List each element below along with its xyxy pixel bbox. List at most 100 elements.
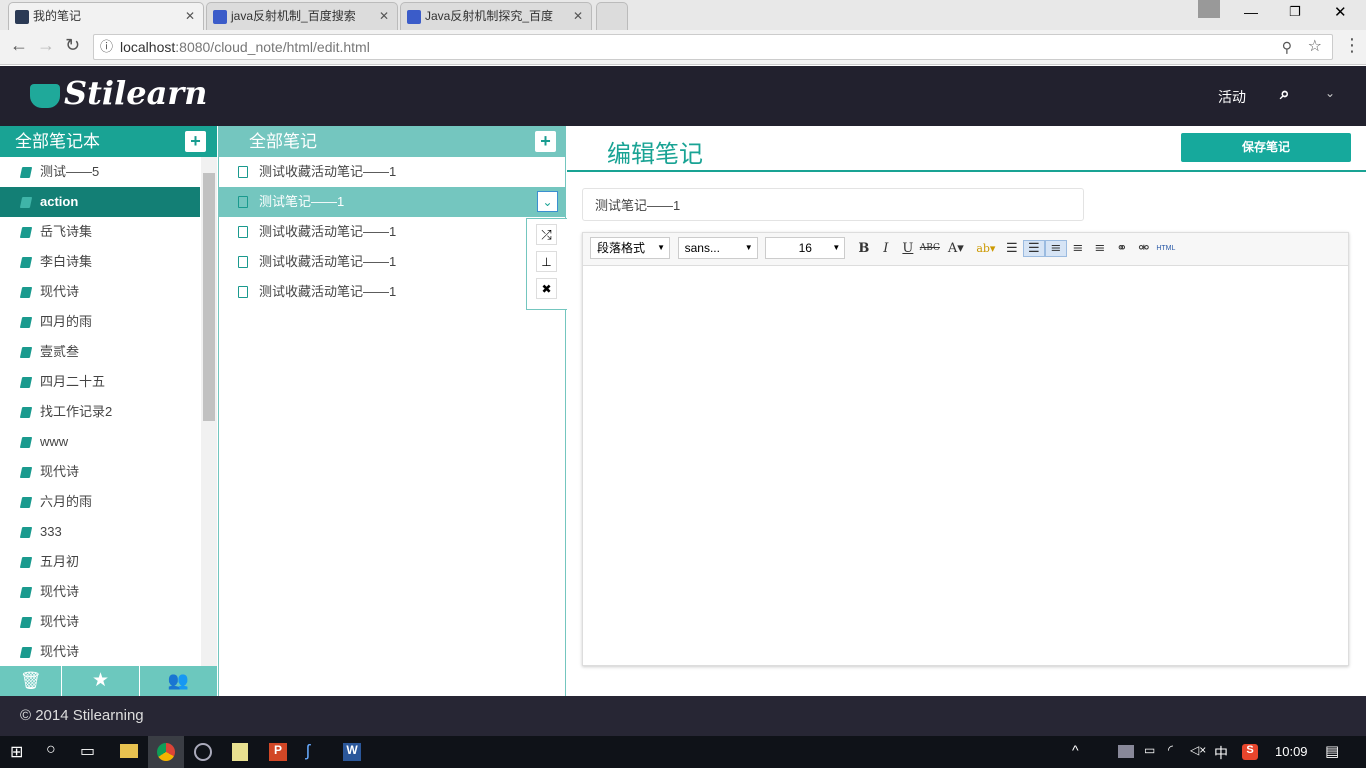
move-note-shuffle-icon[interactable]: ⤮	[536, 224, 557, 245]
notebook-panel-header: 全部笔记本 +	[0, 126, 217, 157]
menu-icon[interactable]: ⋮	[1343, 35, 1361, 56]
ime-indicator[interactable]: 中	[1214, 743, 1228, 763]
paragraph-format-select[interactable]: 段落格式 ▼	[590, 237, 670, 259]
font-size-select[interactable]: 16 ▼	[765, 237, 846, 259]
notebook-item[interactable]: 现代诗	[0, 637, 200, 666]
star-icon[interactable]: ★	[62, 666, 140, 696]
align-center-icon[interactable]: ≡	[1067, 241, 1089, 256]
ordered-list-icon[interactable]: ☰	[1001, 241, 1023, 256]
tab-baidu-search[interactable]: java反射机制_百度搜索 ✕	[206, 2, 398, 30]
word-icon[interactable]: W	[343, 743, 361, 761]
tab-baidu-java[interactable]: Java反射机制探究_百度 ✕	[400, 2, 592, 30]
save-note-button[interactable]: 保存笔记	[1181, 133, 1351, 162]
tab-my-notes[interactable]: 我的笔记 ✕	[8, 2, 204, 30]
note-action-menu: ⤮ ⊥ ✖	[526, 218, 567, 310]
new-tab-button[interactable]	[596, 2, 628, 30]
note-item[interactable]: 测试收藏活动笔记——1	[219, 217, 565, 247]
notebook-item[interactable]: 四月二十五	[0, 367, 200, 397]
action-center-icon[interactable]: ▤	[1325, 742, 1339, 760]
unlink-icon[interactable]: ⚮	[1133, 241, 1155, 256]
network-device-icon[interactable]	[1118, 745, 1134, 758]
delete-note-icon[interactable]: ✖	[536, 278, 557, 299]
notebook-item[interactable]: 壹贰叁	[0, 337, 200, 367]
font-color-icon[interactable]: A▾	[941, 241, 971, 256]
underline-icon[interactable]: U	[897, 241, 919, 256]
note-label: 测试收藏活动笔记——1	[259, 224, 397, 239]
notebook-item[interactable]: 测试——5	[0, 157, 200, 187]
trash-icon[interactable]: 🗑	[0, 666, 63, 696]
activity-link[interactable]: 活动	[1218, 87, 1246, 107]
note-item[interactable]: 测试笔记——1 ⌄	[219, 187, 565, 217]
bookmark-star-icon[interactable]: ☆	[1308, 35, 1322, 59]
html-source-button[interactable]: HTML	[1155, 245, 1177, 252]
align-left-icon[interactable]: ≡	[1044, 239, 1067, 257]
share-sitemap-icon[interactable]: ⊥	[536, 251, 557, 272]
notebook-item[interactable]: 现代诗	[0, 457, 200, 487]
notebook-item[interactable]: 岳飞诗集	[0, 217, 200, 247]
sogou-icon[interactable]: S	[1242, 744, 1258, 760]
url-input[interactable]: ⓘ localhost:8080/cloud_note/html/edit.htm…	[93, 34, 1333, 60]
settings-app-icon[interactable]	[194, 743, 212, 761]
browser-tab-strip: 我的笔记 ✕ java反射机制_百度搜索 ✕ Java反射机制探究_百度 ✕ — ❐ …	[0, 0, 1366, 30]
notebook-item[interactable]: 现代诗	[0, 277, 200, 307]
close-window-button[interactable]: ✕	[1334, 3, 1347, 21]
powerpoint-icon[interactable]: P	[269, 743, 287, 761]
reload-icon[interactable]: ↻	[65, 35, 80, 56]
editor-content-area[interactable]	[583, 266, 1348, 664]
forward-icon[interactable]: →	[37, 35, 55, 56]
align-right-icon[interactable]: ≡	[1089, 241, 1111, 256]
back-icon[interactable]: ←	[10, 35, 28, 56]
notebook-item[interactable]: action	[0, 187, 200, 217]
notebook-label: 四月的雨	[40, 314, 93, 329]
strikethrough-icon[interactable]: ABC	[919, 243, 941, 253]
baidu-favicon-icon	[213, 10, 227, 24]
notebook-item[interactable]: 现代诗	[0, 577, 200, 607]
note-dropdown-chevron-icon[interactable]: ⌄	[537, 191, 558, 212]
wifi-icon[interactable]: ◜	[1168, 742, 1173, 758]
note-item[interactable]: 测试收藏活动笔记——1	[219, 157, 565, 187]
add-notebook-button[interactable]: +	[185, 131, 206, 152]
font-family-select[interactable]: sans... ▼	[677, 237, 758, 259]
scrollbar[interactable]	[201, 157, 217, 666]
task-view-icon[interactable]: ▭	[80, 741, 95, 761]
notebook-item[interactable]: 四月的雨	[0, 307, 200, 337]
highlight-icon[interactable]: ab▾	[971, 242, 1001, 255]
notepad-icon[interactable]	[232, 743, 248, 761]
clock[interactable]: 10:09	[1275, 744, 1308, 759]
close-tab-icon[interactable]: ✕	[573, 3, 583, 29]
file-explorer-icon[interactable]	[120, 744, 138, 758]
search-circle-icon[interactable]: ○	[46, 741, 56, 759]
profile-icon[interactable]	[1198, 0, 1220, 18]
notebook-item[interactable]: www	[0, 427, 200, 457]
book-icon	[19, 467, 33, 478]
url-path: :8080/cloud_note/html/edit.html	[175, 39, 370, 55]
key-icon[interactable]: ⚲	[1282, 35, 1292, 59]
chrome-taskbar-button[interactable]	[148, 736, 184, 768]
search-icon[interactable]: ⌕	[1280, 84, 1290, 104]
notebook-item[interactable]: 现代诗	[0, 607, 200, 637]
note-item[interactable]: 测试收藏活动笔记——1	[219, 277, 565, 307]
chevron-down-icon[interactable]: ⌄	[1325, 86, 1335, 100]
minimize-button[interactable]: —	[1244, 4, 1258, 20]
link-icon[interactable]: ⚭	[1111, 241, 1133, 256]
windows-start-icon[interactable]: ⊞	[10, 742, 23, 762]
share-users-icon[interactable]: 👥	[140, 666, 217, 696]
unordered-list-icon[interactable]: ☰	[1022, 239, 1045, 257]
app-s-icon[interactable]: ʃ	[306, 741, 310, 761]
notebook-item[interactable]: 六月的雨	[0, 487, 200, 517]
notebook-item[interactable]: 李白诗集	[0, 247, 200, 277]
italic-icon[interactable]: I	[875, 241, 897, 256]
volume-muted-icon[interactable]: ◁×	[1190, 743, 1206, 757]
notebook-item[interactable]: 333	[0, 517, 200, 547]
close-tab-icon[interactable]: ✕	[379, 3, 389, 29]
bold-icon[interactable]: B	[853, 241, 875, 256]
show-hidden-icons-icon[interactable]: ^	[1072, 742, 1079, 758]
restore-button[interactable]: ❐	[1289, 4, 1301, 20]
add-note-button[interactable]: +	[535, 131, 556, 152]
note-item[interactable]: 测试收藏活动笔记——1	[219, 247, 565, 277]
close-tab-icon[interactable]: ✕	[185, 3, 195, 29]
notebook-item[interactable]: 找工作记录2	[0, 397, 200, 427]
notebook-item[interactable]: 五月初	[0, 547, 200, 577]
battery-icon[interactable]: ▭	[1144, 743, 1155, 757]
note-title-input[interactable]	[582, 188, 1084, 221]
